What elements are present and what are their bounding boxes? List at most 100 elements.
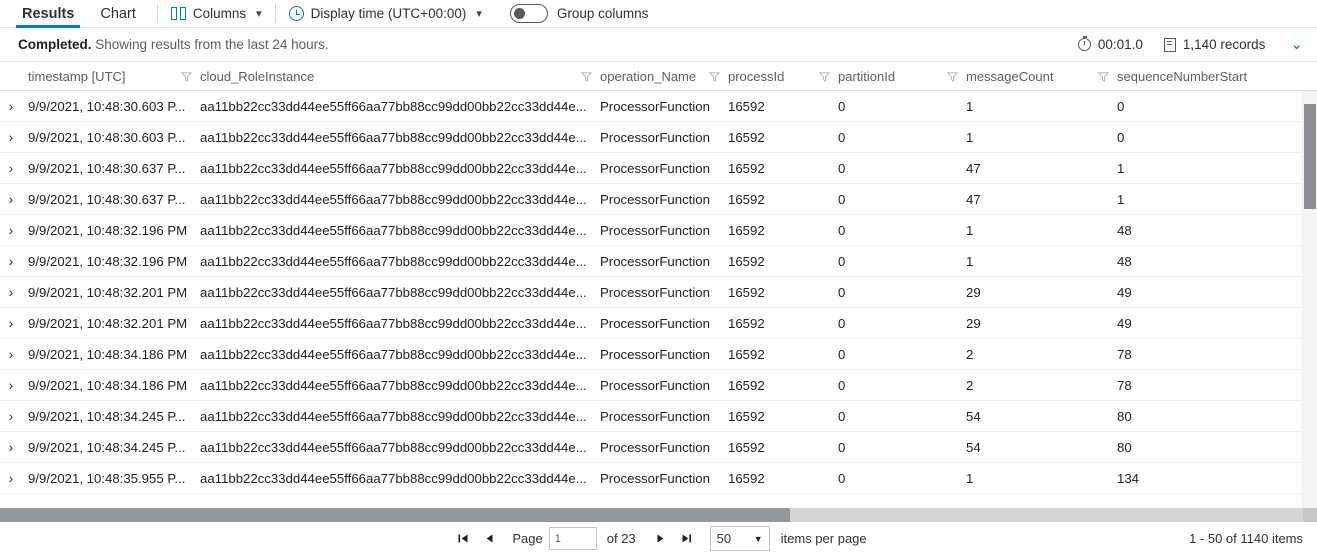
expand-row-chevron-icon[interactable]: › [0,192,28,206]
table-row[interactable]: › 9/9/2021, 10:48:30.637 P... aa11bb22cc33… [0,184,1317,215]
column-header-cloud-roleinstance[interactable]: cloud_RoleInstance [200,63,600,90]
cell-partitionId: 0 [838,315,846,331]
column-header-processid[interactable]: processId [728,63,838,90]
cell-timestamp: 9/9/2021, 10:48:30.637 P... [28,191,186,207]
cell-messageCount: 2 [966,377,974,393]
expand-row-chevron-icon[interactable]: › [0,285,28,299]
expand-row-chevron-icon[interactable]: › [0,161,28,175]
cell-partitionId: 0 [838,129,846,145]
pagination-footer: Page of 23 50 ▼ items per page 1 - 50 of… [0,522,1317,555]
table-row[interactable]: › 9/9/2021, 10:48:34.186 PM aa11bb22cc33dd… [0,370,1317,401]
horizontal-scrollbar[interactable] [0,508,1303,522]
display-time-button[interactable]: Display time (UTC+00:00) ▾ [288,6,482,21]
cell-operation_Name: ProcessorFunction [600,377,710,393]
status-bar: Completed. Showing results from the last… [0,28,1317,62]
expand-row-chevron-icon[interactable]: › [0,316,28,330]
expand-row-chevron-icon[interactable]: › [0,409,28,423]
column-header-sequencenumberstart[interactable]: sequenceNumberStart [1117,63,1277,90]
table-row[interactable]: › 9/9/2021, 10:48:30.637 P... aa11bb22cc33… [0,153,1317,184]
collapse-chevron-icon[interactable]: ⌄ [1290,37,1303,52]
expand-row-chevron-icon[interactable]: › [0,378,28,392]
toggle-switch[interactable] [509,4,548,23]
tab-results[interactable]: Results [14,0,82,28]
cell-operation_Name: ProcessorFunction [600,284,710,300]
records-chip: 1,140 records [1163,37,1265,52]
filter-icon[interactable] [709,71,720,82]
tab-chart[interactable]: Chart [92,0,143,28]
table-row[interactable]: › 9/9/2021, 10:48:35.955 P... aa11bb22cc33… [0,463,1317,494]
chevron-down-icon: ▾ [256,8,262,20]
expand-row-chevron-icon[interactable]: › [0,99,28,113]
vertical-scrollbar-thumb[interactable] [1304,104,1316,209]
column-header-messagecount[interactable]: messageCount [966,63,1117,90]
column-header-cloud-roleinstance-label: cloud_RoleInstance [200,69,315,84]
cell-timestamp: 9/9/2021, 10:48:32.196 PM [28,253,188,269]
filter-icon[interactable] [581,71,592,82]
vertical-scrollbar[interactable] [1302,91,1317,508]
previous-page-button[interactable] [476,527,502,551]
cell-cloud_RoleInstance: aa11bb22cc33dd44ee55ff66aa77bb88cc99dd00… [200,160,587,176]
cell-messageCount: 1 [966,222,974,238]
page-label: Page [512,531,543,546]
cell-cloud_RoleInstance: aa11bb22cc33dd44ee55ff66aa77bb88cc99dd00… [200,129,587,145]
filter-icon[interactable] [819,71,830,82]
last-page-button[interactable] [674,527,700,551]
table-row[interactable]: › 9/9/2021, 10:48:32.196 PM aa11bb22cc33dd… [0,246,1317,277]
filter-icon[interactable] [1098,71,1109,82]
cell-messageCount: 29 [966,315,981,331]
page-number-input[interactable] [548,527,597,550]
cell-timestamp: 9/9/2021, 10:48:34.245 P... [28,439,186,455]
expand-row-chevron-icon[interactable]: › [0,347,28,361]
cell-processId: 16592 [728,470,765,486]
cell-processId: 16592 [728,284,765,300]
column-header-operation-name[interactable]: operation_Name [600,63,728,90]
columns-button[interactable]: Columns ▾ [170,6,262,21]
cell-operation_Name: ProcessorFunction [600,98,710,114]
cell-cloud_RoleInstance: aa11bb22cc33dd44ee55ff66aa77bb88cc99dd00… [200,253,587,269]
table-row[interactable]: › 9/9/2021, 10:48:30.603 P... aa11bb22cc33… [0,91,1317,122]
next-page-button[interactable] [648,527,674,551]
previous-page-icon [486,534,493,543]
column-header-timestamp[interactable]: timestamp [UTC] [28,63,200,90]
expand-row-chevron-icon[interactable]: › [0,254,28,268]
columns-icon [170,7,186,20]
table-row[interactable]: › 9/9/2021, 10:48:30.603 P... aa11bb22cc33… [0,122,1317,153]
table-row[interactable]: › 9/9/2021, 10:48:32.196 PM aa11bb22cc33dd… [0,215,1317,246]
cell-sequenceNumberStart: 1 [1117,160,1125,176]
cell-timestamp: 9/9/2021, 10:48:32.201 PM [28,284,188,300]
horizontal-scrollbar-thumb[interactable] [0,508,790,522]
filter-icon[interactable] [181,71,192,82]
cell-sequenceNumberStart: 80 [1117,408,1132,424]
cell-partitionId: 0 [838,439,846,455]
table-row[interactable]: › 9/9/2021, 10:48:32.201 PM aa11bb22cc33dd… [0,277,1317,308]
tab-chart-label: Chart [100,5,136,22]
cell-sequenceNumberStart: 48 [1117,222,1132,238]
first-page-button[interactable] [450,527,476,551]
cell-processId: 16592 [728,191,765,207]
cell-sequenceNumberStart: 134 [1117,470,1140,486]
duration-chip: 00:01.0 [1077,35,1143,52]
status-detail: Showing results from the last 24 hours. [95,37,329,52]
group-columns-toggle[interactable]: Group columns [509,4,649,23]
table-row[interactable]: › 9/9/2021, 10:48:32.201 PM aa11bb22cc33dd… [0,308,1317,339]
expand-row-chevron-icon[interactable]: › [0,471,28,485]
filter-icon[interactable] [947,71,958,82]
cell-timestamp: 9/9/2021, 10:48:30.603 P... [28,98,186,114]
cell-operation_Name: ProcessorFunction [600,160,710,176]
expand-row-chevron-icon[interactable]: › [0,130,28,144]
results-toolbar: Results Chart Columns ▾ Display time (UT… [0,0,1317,28]
page-count-label: of 23 [606,531,636,546]
cell-cloud_RoleInstance: aa11bb22cc33dd44ee55ff66aa77bb88cc99dd00… [200,315,587,331]
table-row[interactable]: › 9/9/2021, 10:48:34.245 P... aa11bb22cc33… [0,432,1317,463]
page-size-select[interactable]: 50 ▼ [709,526,770,551]
expand-row-chevron-icon[interactable]: › [0,223,28,237]
column-header-partitionid[interactable]: partitionId [838,63,966,90]
cell-processId: 16592 [728,98,765,114]
cell-cloud_RoleInstance: aa11bb22cc33dd44ee55ff66aa77bb88cc99dd00… [200,191,587,207]
expand-row-chevron-icon[interactable]: › [0,440,28,454]
results-grid: timestamp [UTC] cloud_RoleInstance opera… [0,63,1317,522]
group-columns-label: Group columns [556,6,649,21]
cell-operation_Name: ProcessorFunction [600,346,710,362]
table-row[interactable]: › 9/9/2021, 10:48:34.186 PM aa11bb22cc33dd… [0,339,1317,370]
table-row[interactable]: › 9/9/2021, 10:48:34.245 P... aa11bb22cc33… [0,401,1317,432]
